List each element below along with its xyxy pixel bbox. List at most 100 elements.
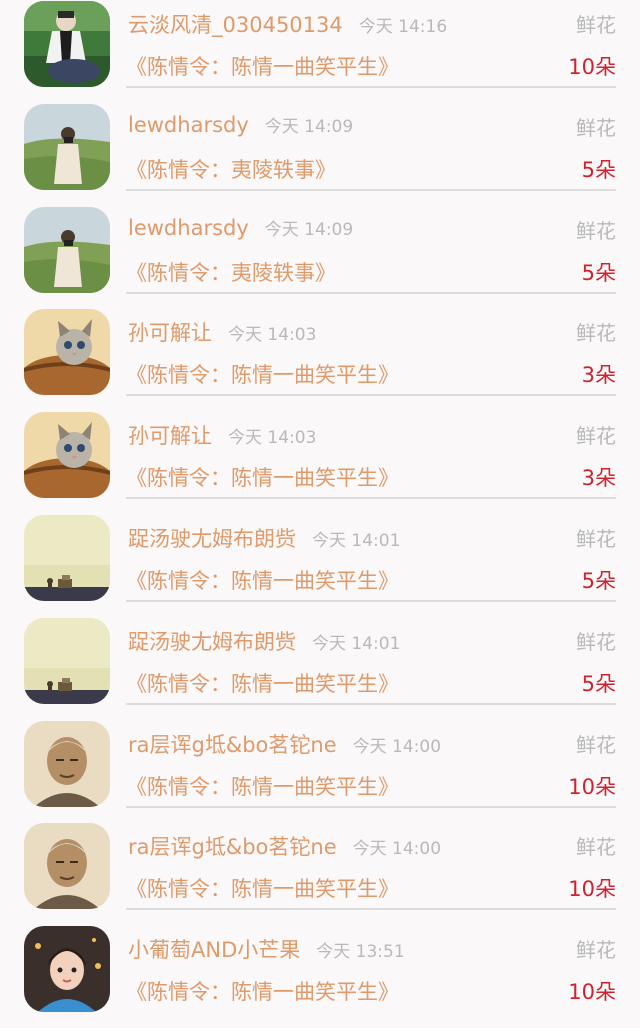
child-portrait-avatar-icon <box>24 926 110 1013</box>
sepia-landscape-avatar-icon <box>24 514 110 601</box>
record-content: 踀汤驶尢姆布朗赀 今天 14:01 鲜花 《陈情令：陈情一曲笑平生》 5朵 <box>126 617 616 705</box>
gift-type: 鲜花 <box>576 938 616 963</box>
gift-record-row[interactable]: lewdharsdy 今天 14:09 鲜花 《陈情令：夷陵轶事》 5朵 <box>0 206 640 309</box>
record-content: lewdharsdy 今天 14:09 鲜花 《陈情令：夷陵轶事》 5朵 <box>126 103 616 191</box>
gift-count: 5朵 <box>581 671 616 696</box>
book-title[interactable]: 《陈情令：陈情一曲笑平生》 <box>126 771 399 801</box>
gift-type: 鲜花 <box>576 424 616 449</box>
gift-record-row[interactable]: ra层诨g坻&bo茗铊ne 今天 14:00 鲜花 《陈情令：陈情一曲笑平生》 1… <box>0 720 640 823</box>
row-divider <box>126 86 616 88</box>
gift-count: 5朵 <box>581 157 616 182</box>
user-name-line: 云淡风清_030450134 今天 14:16 <box>128 9 447 39</box>
user-avatar[interactable] <box>24 1 110 87</box>
user-name-line: 孙可解让 今天 14:03 <box>128 420 316 450</box>
user-avatar[interactable] <box>24 617 110 704</box>
row-divider <box>126 291 616 294</box>
user-name-line: lewdharsdy 今天 14:09 <box>128 215 353 240</box>
gift-record-row[interactable]: ra层诨g坻&bo茗铊ne 今天 14:00 鲜花 《陈情令：陈情一曲笑平生》 1… <box>0 822 640 925</box>
gift-time: 今天 14:01 <box>312 530 401 551</box>
gift-type: 鲜花 <box>576 321 616 346</box>
user-name[interactable]: 踀汤驶尢姆布朗赀 <box>128 630 296 654</box>
user-avatar[interactable] <box>24 926 110 1013</box>
book-title[interactable]: 《陈情令：陈情一曲笑平生》 <box>126 873 399 903</box>
gift-time: 今天 14:03 <box>228 325 317 346</box>
gift-count: 10朵 <box>568 774 616 799</box>
gift-time: 今天 14:09 <box>264 116 354 137</box>
user-name-line: ra层诨g坻&bo茗铊ne 今天 14:00 <box>128 831 441 861</box>
record-content: 云淡风清_030450134 今天 14:16 鲜花 《陈情令：陈情一曲笑平生》 … <box>126 0 616 88</box>
user-avatar[interactable] <box>24 309 110 396</box>
gift-count: 5朵 <box>581 260 616 285</box>
user-name[interactable]: 云淡风清_030450134 <box>128 13 343 37</box>
book-title[interactable]: 《陈情令：陈情一曲笑平生》 <box>126 565 399 595</box>
row-divider <box>126 497 616 500</box>
book-title[interactable]: 《陈情令：陈情一曲笑平生》 <box>126 976 399 1006</box>
user-avatar[interactable] <box>24 103 110 190</box>
user-avatar[interactable] <box>24 514 110 601</box>
gift-count: 5朵 <box>581 568 616 593</box>
gift-type: 鲜花 <box>576 629 616 654</box>
gift-time: 今天 14:16 <box>358 17 448 37</box>
photographer-field-avatar-icon <box>24 103 110 190</box>
book-title[interactable]: 《陈情令：陈情一曲笑平生》 <box>126 51 399 81</box>
row-divider <box>126 702 616 705</box>
record-content: lewdharsdy 今天 14:09 鲜花 《陈情令：夷陵轶事》 5朵 <box>126 206 616 294</box>
record-content: ra层诨g坻&bo茗铊ne 今天 14:00 鲜花 《陈情令：陈情一曲笑平生》 1… <box>126 822 616 910</box>
gift-record-row[interactable]: 云淡风清_030450134 今天 14:16 鲜花 《陈情令：陈情一曲笑平生》 … <box>0 0 640 103</box>
book-title[interactable]: 《陈情令：夷陵轶事》 <box>126 154 336 184</box>
gift-count: 3朵 <box>581 466 616 491</box>
photographer-field-avatar-icon <box>24 206 110 293</box>
gift-record-row[interactable]: 踀汤驶尢姆布朗赀 今天 14:01 鲜花 《陈情令：陈情一曲笑平生》 5朵 <box>0 617 640 720</box>
user-avatar[interactable] <box>24 720 110 807</box>
book-title[interactable]: 《陈情令：夷陵轶事》 <box>126 257 336 287</box>
gift-time: 今天 14:03 <box>228 428 317 449</box>
record-content: 小葡萄AND小芒果 今天 13:51 鲜花 《陈情令：陈情一曲笑平生》 10朵 <box>126 925 616 1013</box>
book-title[interactable]: 《陈情令：陈情一曲笑平生》 <box>126 359 399 389</box>
gift-type: 鲜花 <box>576 218 616 243</box>
gift-time: 今天 14:01 <box>312 633 401 654</box>
user-avatar[interactable] <box>24 412 110 499</box>
gift-type: 鲜花 <box>576 526 616 551</box>
row-divider <box>126 188 616 191</box>
user-avatar[interactable] <box>24 823 110 910</box>
gift-record-row[interactable]: 小葡萄AND小芒果 今天 13:51 鲜花 《陈情令：陈情一曲笑平生》 10朵 <box>0 925 640 1028</box>
gift-record-row[interactable]: lewdharsdy 今天 14:09 鲜花 《陈情令：夷陵轶事》 5朵 <box>0 103 640 206</box>
gift-record-row[interactable]: 踀汤驶尢姆布朗赀 今天 14:01 鲜花 《陈情令：陈情一曲笑平生》 5朵 <box>0 514 640 617</box>
user-name[interactable]: 踀汤驶尢姆布朗赀 <box>128 527 296 551</box>
elder-portrait-avatar-icon <box>24 823 110 910</box>
kitten-basket-avatar-icon <box>24 309 110 396</box>
row-divider <box>126 599 616 602</box>
book-title[interactable]: 《陈情令：陈情一曲笑平生》 <box>126 668 399 698</box>
record-content: 踀汤驶尢姆布朗赀 今天 14:01 鲜花 《陈情令：陈情一曲笑平生》 5朵 <box>126 514 616 602</box>
row-divider <box>126 805 616 808</box>
book-title[interactable]: 《陈情令：陈情一曲笑平生》 <box>126 462 399 492</box>
kitten-basket-avatar-icon <box>24 412 110 499</box>
user-name[interactable]: 孙可解让 <box>128 321 212 345</box>
flower-gift-list: 云淡风清_030450134 今天 14:16 鲜花 《陈情令：陈情一曲笑平生》 … <box>0 0 640 1028</box>
record-content: ra层诨g坻&bo茗铊ne 今天 14:00 鲜花 《陈情令：陈情一曲笑平生》 1… <box>126 720 616 808</box>
gift-count: 10朵 <box>568 980 616 1005</box>
user-name-line: 踀汤驶尢姆布朗赀 今天 14:01 <box>128 523 400 553</box>
gift-record-row[interactable]: 孙可解让 今天 14:03 鲜花 《陈情令：陈情一曲笑平生》 3朵 <box>0 308 640 411</box>
elder-portrait-avatar-icon <box>24 720 110 807</box>
user-name[interactable]: lewdharsdy <box>128 113 249 137</box>
record-content: 孙可解让 今天 14:03 鲜花 《陈情令：陈情一曲笑平生》 3朵 <box>126 308 616 396</box>
user-name[interactable]: 孙可解让 <box>128 424 212 448</box>
user-name[interactable]: ra层诨g坻&bo茗铊ne <box>128 835 337 859</box>
gift-count: 10朵 <box>568 55 616 79</box>
gift-type: 鲜花 <box>576 732 616 757</box>
user-name[interactable]: lewdharsdy <box>128 216 249 240</box>
gift-type: 鲜花 <box>576 835 616 860</box>
user-name[interactable]: ra层诨g坻&bo茗铊ne <box>128 733 337 757</box>
gift-time: 今天 14:00 <box>352 736 442 757</box>
gift-record-row[interactable]: 孙可解让 今天 14:03 鲜花 《陈情令：陈情一曲笑平生》 3朵 <box>0 411 640 514</box>
user-name-line: lewdharsdy 今天 14:09 <box>128 112 353 137</box>
gift-count: 10朵 <box>568 877 616 902</box>
user-name[interactable]: 小葡萄AND小芒果 <box>128 938 300 962</box>
user-name-line: 踀汤驶尢姆布朗赀 今天 14:01 <box>128 626 400 656</box>
row-divider <box>126 908 616 911</box>
user-avatar[interactable] <box>24 206 110 293</box>
gift-time: 今天 14:00 <box>352 839 442 860</box>
record-content: 孙可解让 今天 14:03 鲜花 《陈情令：陈情一曲笑平生》 3朵 <box>126 411 616 499</box>
gift-time: 今天 14:09 <box>264 219 354 240</box>
